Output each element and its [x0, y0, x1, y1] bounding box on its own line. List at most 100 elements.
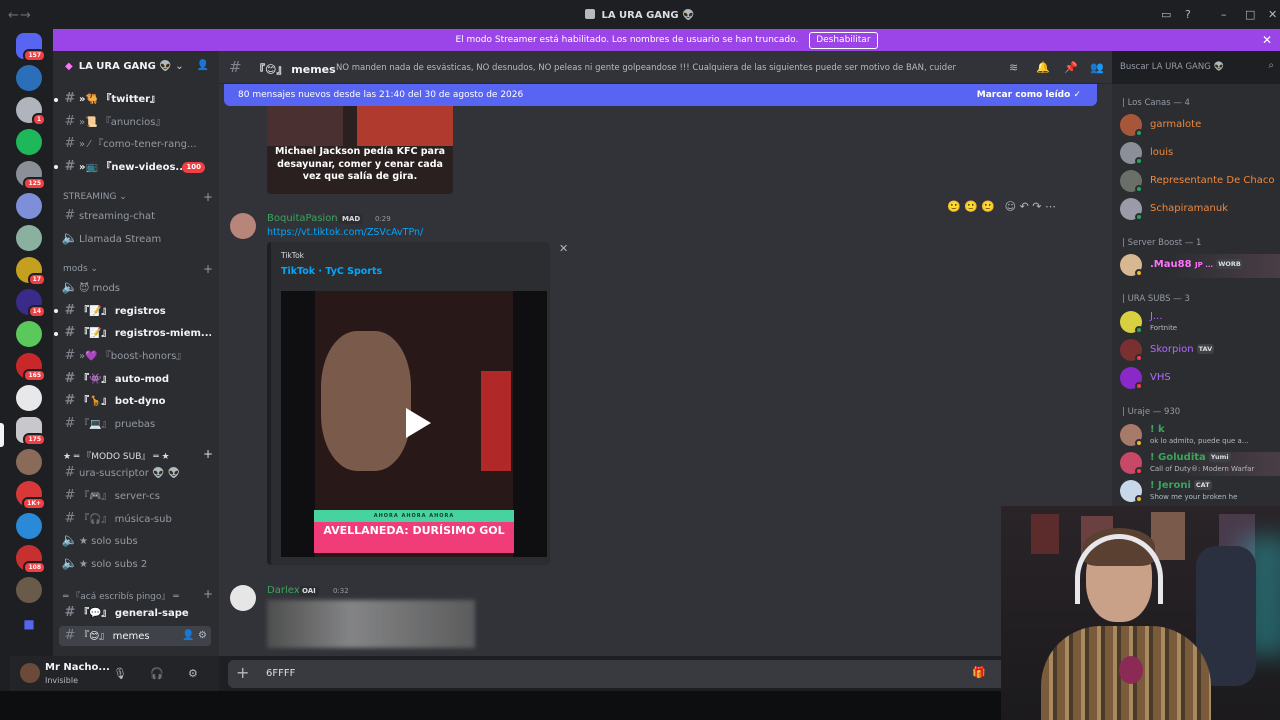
message-composer[interactable]: + 6FFFF 🎁 — [228, 660, 1018, 688]
reaction-icon[interactable]: 🙂 — [981, 200, 995, 213]
server-icon[interactable] — [16, 449, 42, 475]
add-channel-icon[interactable]: + — [203, 447, 213, 461]
channel-item[interactable]: # »🐫 『twitter』 — [59, 89, 211, 109]
channel-item[interactable]: # 『🦒』 bot-dyno — [59, 391, 211, 411]
channel-settings-icons[interactable]: 👤 ⚙ — [182, 626, 207, 646]
member-item[interactable]: ! Jeroni CAT Show me your broken he — [1120, 480, 1280, 504]
message-image-loading[interactable] — [267, 600, 475, 648]
direct-messages-button[interactable]: 157 — [16, 33, 46, 62]
microphone-icon[interactable]: 🎙 — [113, 667, 127, 680]
channel-item[interactable]: # »💜 『boost-honors』 — [59, 346, 211, 366]
disable-streamer-button[interactable]: Deshabilitar — [809, 32, 878, 49]
more-options-icon[interactable]: ⋯ — [1045, 200, 1056, 213]
channel-item[interactable]: # 『📝』 registros — [59, 301, 211, 321]
message-author[interactable]: Darlex — [267, 585, 300, 596]
video-player[interactable]: AHORA AHORA AHORA AVELLANEDA: DURÍSIMO G… — [281, 291, 547, 557]
voice-channel-item[interactable]: 🔈★ solo subs 2 — [59, 554, 211, 574]
server-icon[interactable]: 108 — [16, 545, 46, 574]
add-channel-icon[interactable]: + — [203, 190, 213, 204]
server-icon[interactable]: 17 — [16, 257, 46, 286]
member-item[interactable]: louis — [1120, 142, 1280, 166]
add-channel-icon[interactable]: + — [203, 587, 213, 601]
server-icon[interactable] — [16, 129, 42, 155]
inbox-icon[interactable]: ▭ — [1161, 8, 1171, 21]
server-icon[interactable] — [16, 225, 42, 251]
message-link[interactable]: https://vt.tiktok.com/ZSVcAvTPn/ — [267, 227, 423, 238]
server-icon[interactable]: 165 — [16, 353, 46, 382]
member-item[interactable]: Representante De Chaco — [1120, 170, 1280, 194]
channel-item[interactable]: #» ⁄ 『como-tener-rang... — [59, 134, 211, 154]
channel-topic[interactable]: NO manden nada de esvásticas, NO desnudo… — [336, 63, 956, 73]
add-channel-icon[interactable]: + — [203, 262, 213, 276]
add-reaction-icon[interactable]: ☺ — [1005, 200, 1016, 213]
message-author[interactable]: BoquitaPasion — [267, 213, 338, 224]
play-icon[interactable] — [396, 403, 436, 443]
member-item[interactable]: VHS — [1120, 367, 1280, 391]
avatar[interactable] — [20, 663, 40, 683]
member-item[interactable]: Schapiramanuk — [1120, 198, 1280, 222]
folder-icon[interactable]: ■ — [16, 611, 42, 637]
server-icon[interactable] — [16, 385, 42, 411]
channel-item[interactable]: # 『🎧』 música-sub — [59, 509, 211, 529]
invite-icon[interactable]: 👤 — [197, 60, 209, 71]
gear-icon[interactable]: ⚙ — [188, 667, 198, 680]
channel-item[interactable]: # 『💻』 pruebas — [59, 414, 211, 434]
member-item[interactable]: .Mau88 JP ... WORB — [1120, 254, 1280, 278]
voice-channel-item[interactable]: 🔈★ solo subs — [59, 531, 211, 551]
server-icon[interactable]: 14 — [16, 289, 46, 318]
channel-item[interactable]: # 『👾』 auto-mod — [59, 369, 211, 389]
avatar[interactable] — [230, 585, 256, 611]
server-icon-la-ura-gang[interactable]: 175 — [16, 417, 46, 446]
server-icon[interactable] — [16, 577, 42, 603]
member-item[interactable]: ! k ok lo admito, puede que a... — [1120, 424, 1280, 448]
member-item[interactable]: Skorpion TAV — [1120, 339, 1280, 363]
maximize-icon[interactable]: □ — [1245, 8, 1255, 21]
reaction-icon[interactable]: 🙂 — [947, 200, 961, 213]
close-window-icon[interactable]: ✕ — [1268, 8, 1277, 21]
server-icon[interactable]: 1 — [16, 97, 46, 126]
embed-title[interactable]: TikTok · TyC Sports — [281, 266, 382, 277]
member-list-icon[interactable]: 👥 — [1090, 61, 1104, 74]
close-banner-icon[interactable]: ✕ — [1262, 29, 1272, 51]
category-modo-sub[interactable]: ★ ═ 『MODO SUB』 ═ ★ + — [63, 447, 213, 462]
channel-item[interactable]: # »📺 『new-videos... 100 — [59, 157, 211, 177]
channel-item[interactable]: # 『📝』 registros-miem... — [59, 323, 211, 343]
server-icon[interactable] — [16, 193, 42, 219]
category-streaming[interactable]: STREAMING ⌄ + — [63, 190, 213, 204]
remove-embed-icon[interactable]: ✕ — [559, 242, 568, 255]
server-header[interactable]: ◆ LA URA GANG 👽 ⌄ 👤 — [53, 51, 219, 84]
server-icon[interactable] — [16, 513, 42, 539]
reply-icon[interactable]: ↶ — [1020, 200, 1029, 213]
search-input[interactable]: Buscar LA URA GANG 👽 ⌕ — [1114, 57, 1280, 77]
attach-plus-icon[interactable]: + — [236, 663, 249, 682]
category-mods[interactable]: mods ⌄ + — [63, 262, 213, 276]
member-item[interactable]: J... Fortnite — [1120, 311, 1280, 335]
server-icon[interactable] — [16, 321, 42, 347]
server-icon[interactable]: 125 — [16, 161, 46, 190]
channel-item[interactable]: # 『🎮』 server-cs — [59, 486, 211, 506]
minimize-icon[interactable]: – — [1221, 8, 1227, 21]
member-item[interactable]: ! Goludita Yumi Call of Duty®: Modern Warf… — [1120, 452, 1280, 476]
gift-icon[interactable]: 🎁 — [972, 666, 986, 679]
voice-channel-item[interactable]: 🔈Llamada Stream — [59, 229, 211, 249]
new-messages-bar[interactable]: 80 mensajes nuevos desde las 21:40 del 3… — [224, 84, 1097, 106]
message-image[interactable]: Michael Jackson pedía KFC para desayunar… — [267, 106, 453, 194]
server-icon[interactable] — [16, 65, 42, 91]
channel-item[interactable]: # »📜 『anuncios』 — [59, 112, 211, 132]
member-item[interactable]: garmalote — [1120, 114, 1280, 138]
username[interactable]: Mr Nacho... — [45, 662, 110, 673]
voice-channel-item[interactable]: 🔈😈 mods — [59, 278, 211, 298]
avatar[interactable] — [230, 213, 256, 239]
pin-icon[interactable]: 📌 — [1064, 61, 1078, 74]
reaction-icon[interactable]: 🙂 — [964, 200, 978, 213]
category-general[interactable]: ═ 『acá escribís pingo』 ═ + — [63, 587, 213, 602]
headphones-icon[interactable]: 🎧 — [150, 667, 164, 680]
channel-item-selected[interactable]: # 『😊』 memes 👤 ⚙ — [59, 626, 211, 646]
channel-item[interactable]: # ura-suscriptor 👽 👽 — [59, 463, 211, 483]
threads-icon[interactable]: ≋ — [1009, 61, 1018, 74]
mark-as-read-button[interactable]: Marcar como leído ✓ — [977, 84, 1081, 106]
composer-input[interactable]: 6FFFF — [266, 668, 295, 679]
channel-item[interactable]: # streaming-chat — [59, 206, 211, 226]
help-icon[interactable]: ? — [1185, 8, 1191, 21]
channel-item[interactable]: # 『💬』 general-sape — [59, 603, 211, 623]
